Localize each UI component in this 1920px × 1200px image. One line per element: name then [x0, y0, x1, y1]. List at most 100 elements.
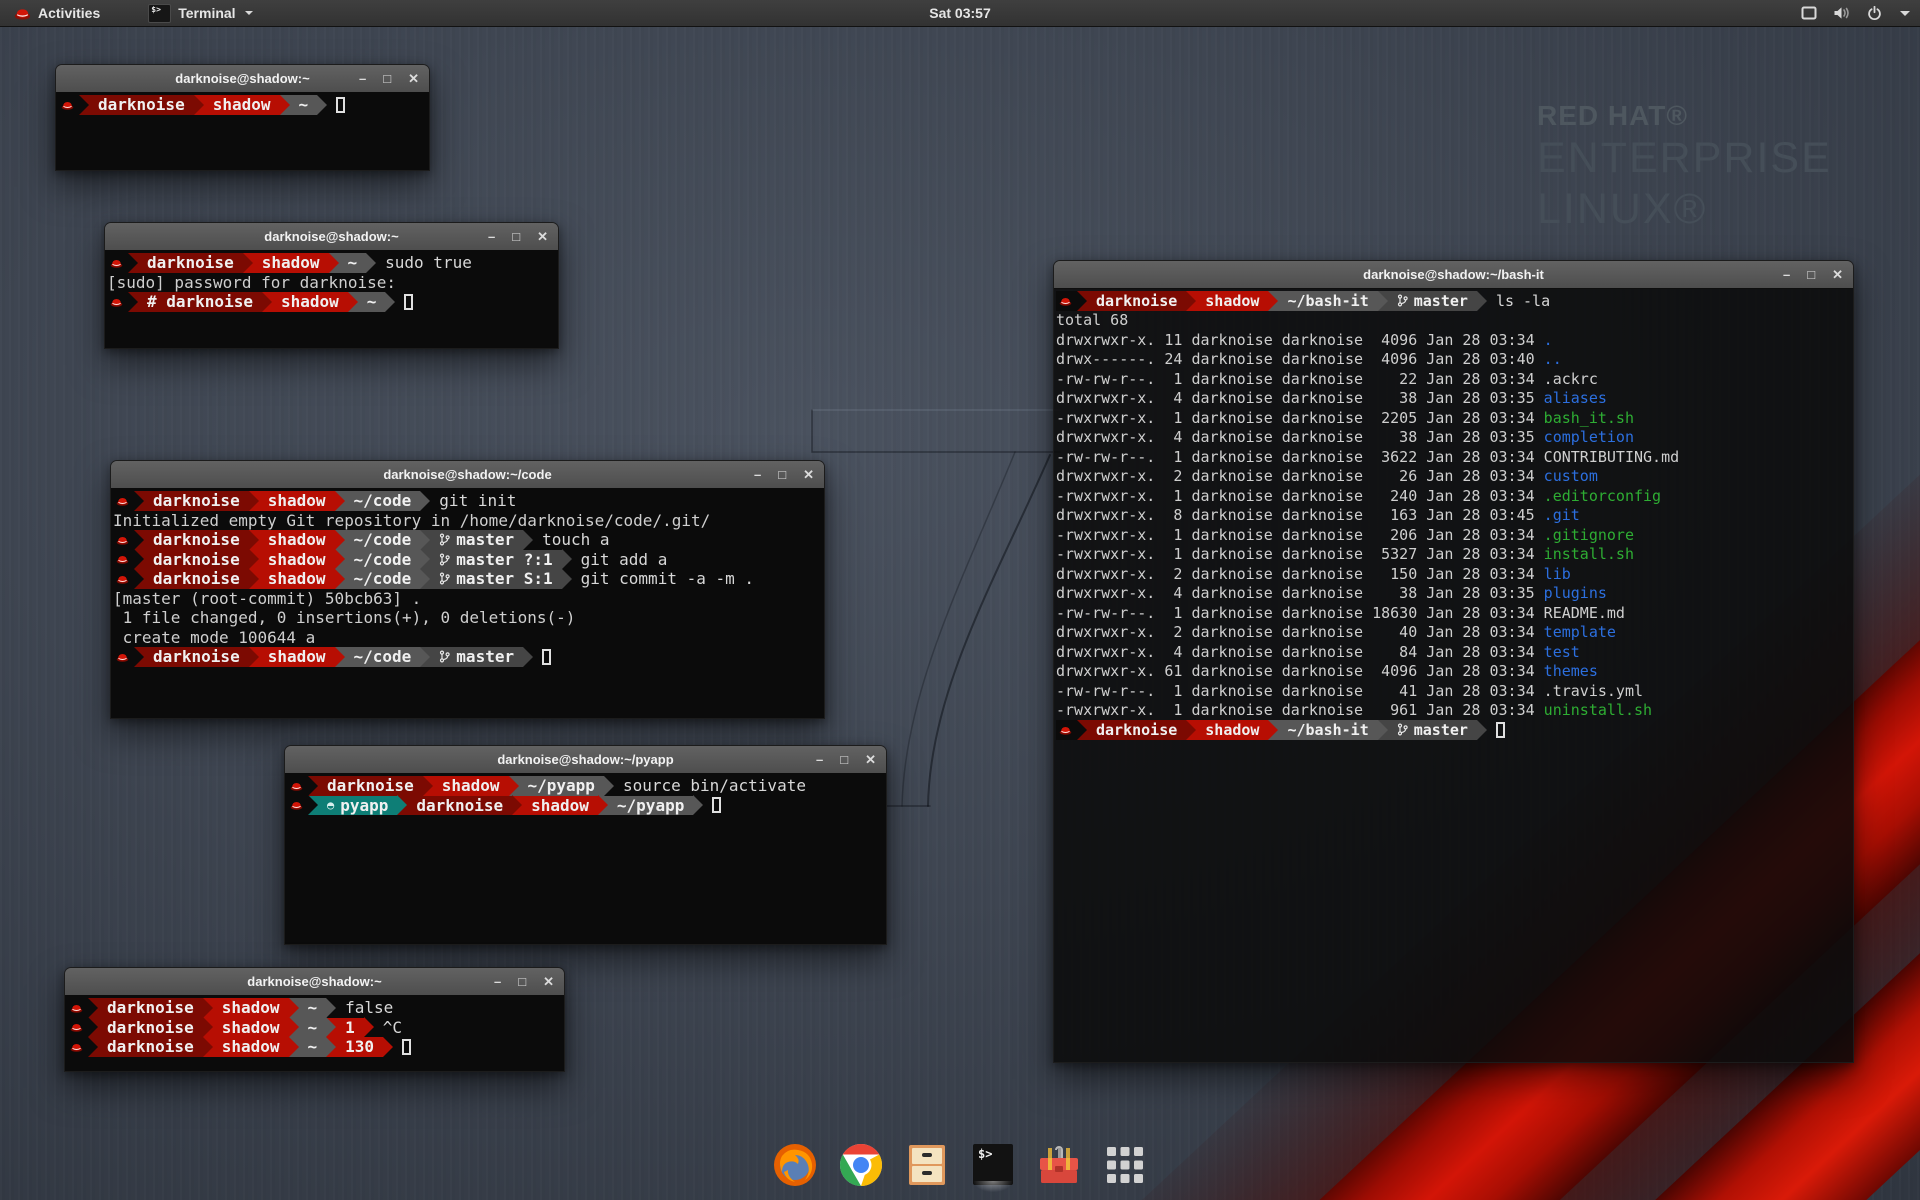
terminal-content[interactable]: darknoiseshadow~ [56, 92, 429, 170]
ls-output-line: drwxrwxr-x. 61 darknoise darknoise 4096 … [1056, 662, 1851, 682]
close-button[interactable]: ✕ [408, 65, 419, 92]
powerline-arrow [420, 647, 430, 667]
titlebar[interactable]: darknoise@shadow:~ – □ ✕ [65, 968, 564, 996]
maximize-button[interactable]: □ [518, 968, 526, 995]
ls-attributes: -rwxrwxr-x. 1 darknoise darknoise 240 Ja… [1056, 487, 1544, 505]
git-branch-icon [439, 553, 450, 566]
terminal-cursor [404, 294, 413, 310]
prompt-segment-host: shadow [259, 491, 335, 511]
maximize-button[interactable]: □ [778, 461, 786, 488]
minimize-button[interactable]: – [359, 65, 366, 92]
powerline-arrow [249, 530, 259, 550]
command-text: git commit -a -m . [581, 569, 754, 588]
firefox-icon[interactable] [771, 1141, 819, 1189]
files-icon[interactable] [903, 1141, 951, 1189]
ls-filename: install.sh [1544, 545, 1634, 563]
close-button[interactable]: ✕ [1832, 261, 1843, 288]
powerline-arrow [423, 776, 433, 796]
ls-attributes: drwxrwxr-x. 4 darknoise darknoise 38 Jan… [1056, 428, 1544, 446]
prompt-segment-text: master [1414, 292, 1468, 310]
chrome-icon[interactable] [837, 1141, 885, 1189]
powerline-arrow [326, 1018, 336, 1038]
app-grid-icon[interactable] [1101, 1141, 1149, 1189]
window-title: darknoise@shadow:~ [65, 968, 564, 995]
terminal-icon[interactable]: $> [969, 1141, 1017, 1189]
terminal-window-code[interactable]: darknoise@shadow:~/code – □ ✕ darknoise s… [110, 460, 825, 719]
maximize-button[interactable]: □ [512, 223, 520, 250]
terminal-window-pyapp[interactable]: darknoise@shadow:~/pyapp – □ ✕ darknoise… [284, 745, 887, 945]
redhat-prompt-icon [113, 530, 134, 550]
prompt-segment-user: darknoise [98, 1018, 203, 1038]
clock[interactable]: Sat 03:57 [929, 0, 990, 26]
terminal-cursor [402, 1039, 411, 1055]
prompt-segment-text: # darknoise [147, 292, 253, 311]
ls-filename: .gitignore [1544, 526, 1634, 544]
redhat-prompt-icon [107, 253, 128, 273]
redhat-prompt-icon [113, 550, 134, 570]
app-menu-terminal[interactable]: $> Terminal [142, 0, 258, 26]
terminal-prompt-line: darknoiseshadow~sudo true [107, 253, 556, 273]
redhat-prompt-icon [67, 998, 88, 1018]
terminal-window-bash-it[interactable]: darknoise@shadow:~/bash-it – □ ✕ darknoi… [1053, 260, 1854, 1063]
git-branch-icon [439, 572, 450, 585]
powerline-arrow [1378, 291, 1388, 311]
ls-output-line: -rw-rw-r--. 1 darknoise darknoise 3622 J… [1056, 447, 1851, 467]
prompt-segment-user: darknoise [98, 1037, 203, 1057]
ls-filename: .. [1544, 350, 1562, 368]
titlebar[interactable]: darknoise@shadow:~/pyapp – □ ✕ [285, 746, 886, 774]
minimize-button[interactable]: – [494, 968, 501, 995]
terminal-window-home-2[interactable]: darknoise@shadow:~ – □ ✕ darknoiseshadow… [64, 967, 565, 1072]
titlebar[interactable]: darknoise@shadow:~ – □ ✕ [105, 223, 558, 251]
close-button[interactable]: ✕ [537, 223, 548, 250]
prompt-segment-text: darknoise [1096, 292, 1177, 310]
redhat-prompt-icon [1056, 291, 1077, 311]
close-button[interactable]: ✕ [865, 746, 876, 773]
maximize-button[interactable]: □ [1807, 261, 1815, 288]
minimize-button[interactable]: – [488, 223, 495, 250]
system-status-area[interactable] [1801, 0, 1910, 26]
ls-filename: template [1544, 623, 1616, 641]
toolbox-icon[interactable] [1035, 1141, 1083, 1189]
ls-filename: .ackrc [1544, 370, 1598, 388]
prompt-segment-git: master [1388, 720, 1477, 740]
ls-filename: .editorconfig [1544, 487, 1661, 505]
terminal-content[interactable]: darknoiseshadow~/pyappsource bin/activat… [285, 773, 886, 944]
close-button[interactable]: ✕ [803, 461, 814, 488]
powerline-arrow [134, 569, 144, 589]
terminal-output-line: total 68 [1056, 311, 1851, 331]
minimize-button[interactable]: – [816, 746, 823, 773]
powerline-arrow [693, 796, 703, 816]
prompt-segment-path: ~/bash-it [1278, 720, 1377, 740]
activities-button[interactable]: Activities [8, 0, 106, 26]
close-button[interactable]: ✕ [543, 968, 554, 995]
maximize-button[interactable]: □ [840, 746, 848, 773]
terminal-content[interactable]: darknoiseshadow~/bash-itmasterls -latota… [1054, 288, 1853, 1062]
maximize-button[interactable]: □ [383, 65, 391, 92]
powerline-arrow [335, 569, 345, 589]
ls-filename: . [1544, 331, 1553, 349]
powerline-arrow [134, 647, 144, 667]
terminal-content[interactable]: darknoiseshadow~sudo true[sudo] password… [105, 250, 558, 348]
prompt-segment-user: darknoise [407, 796, 512, 816]
ls-output-line: -rw-rw-r--. 1 darknoise darknoise 18630 … [1056, 603, 1851, 623]
terminal-window-sudo[interactable]: darknoise@shadow:~ – □ ✕ darknoiseshadow… [104, 222, 559, 349]
prompt-segment-path: ~/bash-it [1278, 291, 1377, 311]
ls-output-line: drwx------. 24 darknoise darknoise 4096 … [1056, 350, 1851, 370]
terminal-content[interactable]: darknoiseshadow~/codegit initInitialized… [111, 488, 824, 718]
titlebar[interactable]: darknoise@shadow:~/bash-it – □ ✕ [1054, 261, 1853, 289]
powerline-arrow [335, 530, 345, 550]
terminal-window-home-1[interactable]: darknoise@shadow:~ – □ ✕ darknoiseshadow… [55, 64, 430, 171]
command-text: source bin/activate [623, 776, 806, 795]
prompt-segment-text: darknoise [153, 491, 240, 510]
terminal-content[interactable]: darknoiseshadow~falsedarknoiseshadow~1^C… [65, 995, 564, 1071]
prompt-segment-text: darknoise [107, 1037, 194, 1056]
powerline-arrow [329, 253, 339, 273]
terminal-prompt-line: ◓pyappdarknoiseshadow~/pyapp [287, 796, 884, 816]
rhel-wallpaper-logo: RED HAT® ENTERPRISE LINUX® [1537, 100, 1832, 234]
minimize-button[interactable]: – [754, 461, 761, 488]
titlebar[interactable]: darknoise@shadow:~ – □ ✕ [56, 65, 429, 93]
prompt-segment-text: ~/bash-it [1287, 721, 1368, 739]
chevron-down-icon [245, 11, 253, 15]
minimize-button[interactable]: – [1783, 261, 1790, 288]
titlebar[interactable]: darknoise@shadow:~/code – □ ✕ [111, 461, 824, 489]
